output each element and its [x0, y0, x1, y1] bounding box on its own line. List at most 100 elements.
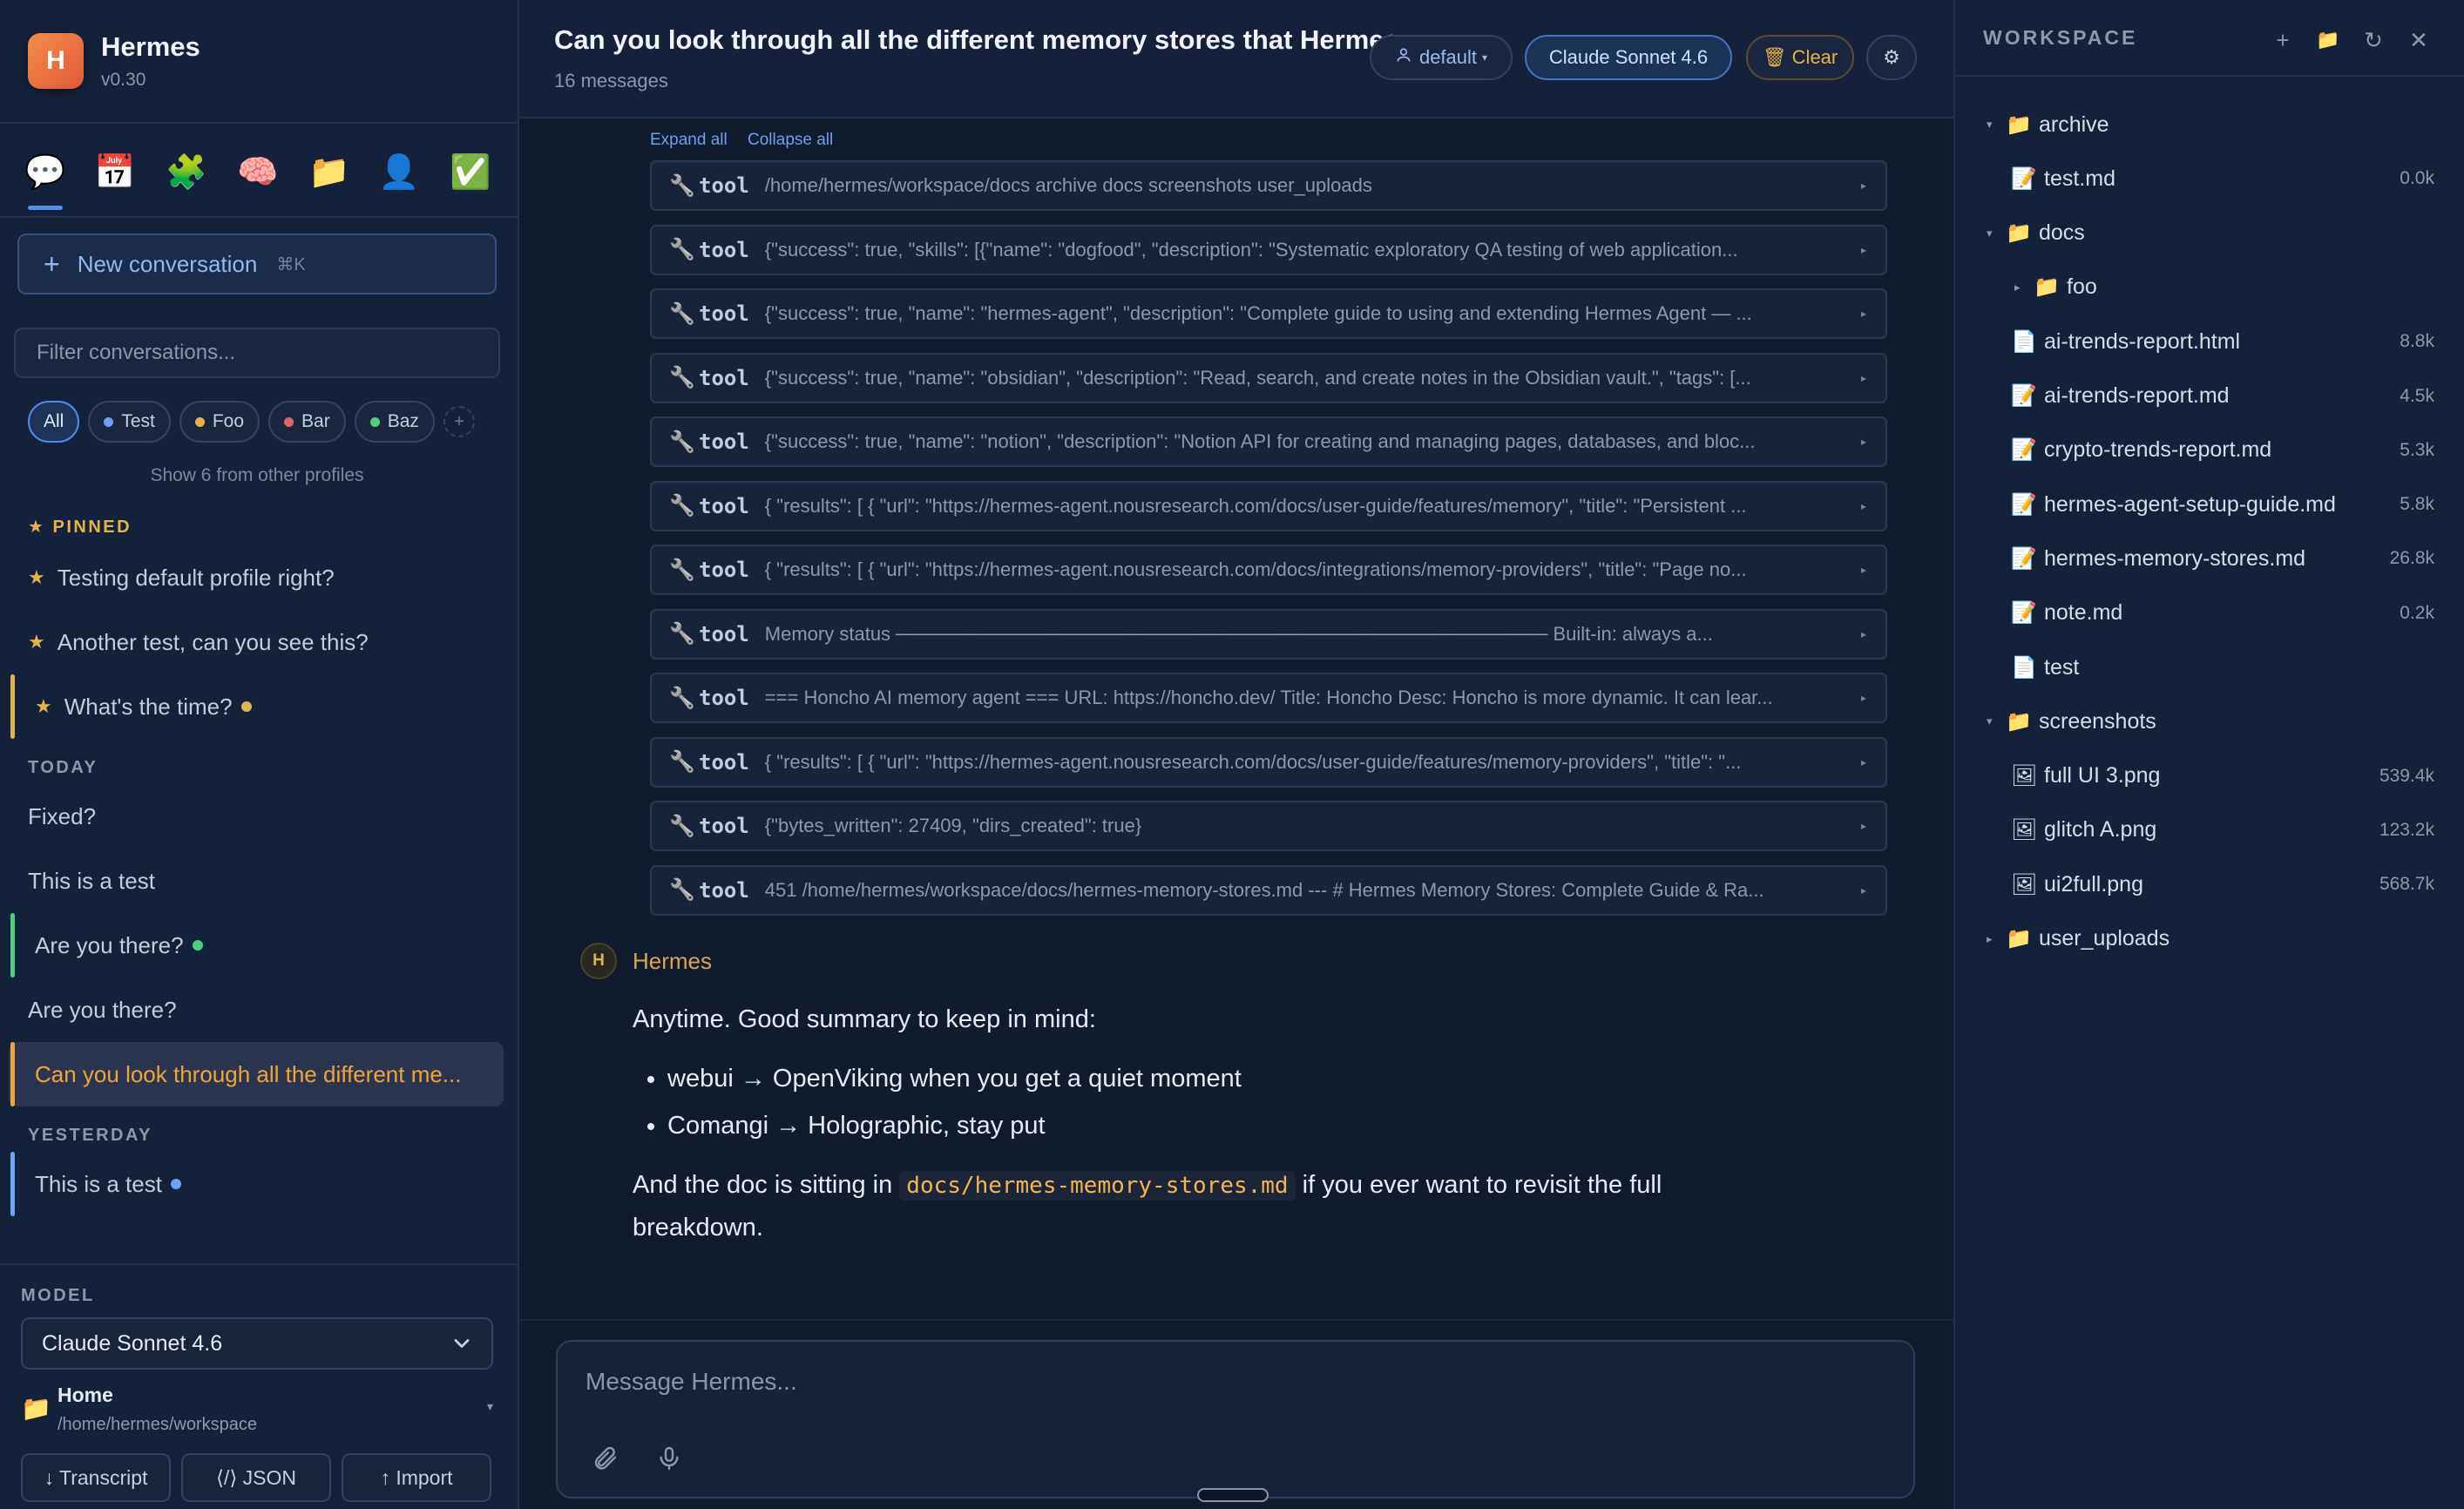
- settings-button[interactable]: ⚙: [1866, 35, 1917, 80]
- conversation-title: Testing default profile right?: [57, 564, 335, 591]
- tree-file[interactable]: 🖼 glitch A.png 123.2k: [1955, 803, 2464, 857]
- export-transcript-button[interactable]: ↓ Transcript: [21, 1453, 171, 1502]
- tree-file[interactable]: 📝 ai-trends-report.md 4.5k: [1955, 369, 2464, 423]
- import-button[interactable]: ↑ Import: [342, 1453, 491, 1502]
- clear-label: Clear: [1791, 46, 1838, 68]
- expand-caret-icon: ▸: [1860, 436, 1866, 448]
- tool-call-row[interactable]: 🔧 tool {"success": true, "name": "obsidian…: [650, 352, 1887, 403]
- file-size: 568.7k: [2379, 874, 2434, 895]
- tool-call-row[interactable]: 🔧 tool 451 /home/hermes/workspace/docs/her…: [650, 864, 1887, 916]
- image-icon: 🖼: [2011, 764, 2038, 788]
- file-size: 0.0k: [2400, 168, 2434, 189]
- conversation-item[interactable]: Fixed?: [9, 784, 504, 849]
- conversation-item[interactable]: This is a test: [9, 849, 504, 913]
- tree-file[interactable]: 📝 crypto-trends-report.md 5.3k: [1955, 423, 2464, 477]
- expand-all-link[interactable]: Expand all: [650, 131, 728, 149]
- tool-call-row[interactable]: 🔧 tool {"success": true, "name": "notion",…: [650, 416, 1887, 467]
- new-folder-button[interactable]: 📁: [2305, 23, 2351, 58]
- add-profile-button[interactable]: +: [443, 406, 475, 437]
- conversation-item[interactable]: Can you look through all the different m…: [9, 1042, 504, 1106]
- collapse-all-link[interactable]: Collapse all: [748, 131, 833, 149]
- image-icon: 🖼: [2011, 872, 2038, 897]
- tool-label: tool: [699, 814, 749, 838]
- clear-button[interactable]: 🗑 Clear: [1746, 35, 1854, 80]
- file-name: screenshots: [2039, 708, 2156, 734]
- tree-file[interactable]: 📝 hermes-memory-stores.md 26.8k: [1955, 531, 2464, 585]
- file-icon: 📝: [2011, 492, 2037, 517]
- divider: [519, 1319, 1953, 1321]
- tool-call-row[interactable]: 🔧 tool {"success": true, "skills": [{"name…: [650, 224, 1887, 275]
- tree-file[interactable]: 📝 test.md 0.0k: [1955, 152, 2464, 206]
- tool-call-row[interactable]: 🔧 tool === Honcho AI memory agent === URL:…: [650, 673, 1887, 723]
- model-pill[interactable]: Claude Sonnet 4.6: [1525, 35, 1732, 80]
- nav-calendar-icon[interactable]: 📅: [91, 148, 139, 197]
- profile-chip[interactable]: Baz: [354, 401, 435, 443]
- tree-file[interactable]: 🖼 full UI 3.png 539.4k: [1955, 749, 2464, 803]
- tool-call-row[interactable]: 🔧 tool { "results": [ { "url": "https://he…: [650, 736, 1887, 788]
- expand-caret-icon: ▸: [1860, 371, 1866, 384]
- profile-selector[interactable]: default ▾: [1370, 35, 1513, 80]
- resize-handle[interactable]: [1197, 1488, 1269, 1502]
- tool-call-row[interactable]: 🔧 tool Memory status ─────────────────────…: [650, 608, 1887, 660]
- profile-chip[interactable]: Test: [88, 401, 171, 443]
- sidebar: H Hermes v0.30 💬 📅 🧩 🧠 📁 👤 ✅ + New conversatio…: [0, 0, 519, 1509]
- tree-folder[interactable]: ▾ 📁 docs: [1955, 206, 2464, 261]
- show-other-profiles-link[interactable]: Show 6 from other profiles: [0, 465, 514, 486]
- workspace-selector[interactable]: 📁 Home /home/hermes/workspace ▾: [21, 1380, 500, 1441]
- attach-button[interactable]: [584, 1438, 626, 1479]
- profile-chip[interactable]: Bar: [268, 401, 346, 443]
- workspace-title: WORKSPACE: [1983, 26, 2138, 49]
- refresh-button[interactable]: ↻: [2351, 23, 2396, 58]
- message-input[interactable]: [586, 1368, 1875, 1420]
- star-icon: ★: [35, 695, 52, 717]
- conversation-item[interactable]: ★ Another test, can you see this?: [9, 610, 504, 674]
- active-tab-indicator: [28, 206, 63, 210]
- filter-conversations-input[interactable]: [14, 328, 500, 378]
- tree-file[interactable]: 📝 note.md 0.2k: [1955, 586, 2464, 640]
- nav-files-icon[interactable]: 📁: [305, 148, 354, 197]
- profile-chip[interactable]: All: [28, 401, 80, 443]
- new-file-button[interactable]: +: [2260, 23, 2305, 58]
- today-section-label: TODAY: [28, 758, 98, 777]
- wrench-icon: 🔧: [669, 494, 695, 518]
- new-conversation-button[interactable]: + New conversation ⌘K: [17, 233, 497, 294]
- conversation-item[interactable]: ★ Testing default profile right?: [9, 545, 504, 610]
- tree-folder[interactable]: ▸ 📁 foo: [1955, 261, 2464, 315]
- tool-output-preview: Memory status ──────────────────────────…: [764, 622, 1713, 645]
- tool-call-row[interactable]: 🔧 tool {"success": true, "name": "hermes-a…: [650, 288, 1887, 339]
- color-dot: [284, 416, 294, 427]
- conversation-title: Another test, can you see this?: [57, 628, 369, 655]
- conversation-item[interactable]: This is a test: [9, 1152, 504, 1216]
- tree-folder[interactable]: ▸ 📁 user_uploads: [1955, 912, 2464, 966]
- tree-folder[interactable]: ▾ 📁 archive: [1955, 98, 2464, 152]
- conversation-title: This is a test: [28, 867, 155, 894]
- caret-down-icon: ▾: [486, 1399, 493, 1413]
- tool-output-preview: { "results": [ { "url": "https://hermes-…: [764, 494, 1747, 517]
- tool-call-row[interactable]: 🔧 tool { "results": [ { "url": "https://he…: [650, 545, 1887, 595]
- tool-call-row[interactable]: 🔧 tool/home/hermes/workspace/docs archive…: [650, 160, 1887, 211]
- profile-chip[interactable]: Foo: [179, 401, 261, 443]
- tool-call-row[interactable]: 🔧 tool {"bytes_written": 27409, "dirs_crea…: [650, 801, 1887, 851]
- voice-input-button[interactable]: [648, 1438, 690, 1479]
- tree-file[interactable]: 📄 test: [1955, 640, 2464, 694]
- nav-profile-icon[interactable]: 👤: [375, 148, 423, 197]
- file-size: 539.4k: [2379, 765, 2434, 786]
- model-select[interactable]: Claude Sonnet 4.6: [21, 1317, 493, 1370]
- tree-file[interactable]: 📝 hermes-agent-setup-guide.md 5.8k: [1955, 477, 2464, 531]
- file-name: note.md: [2044, 600, 2123, 626]
- nav-tasks-icon[interactable]: ✅: [446, 148, 495, 197]
- conversation-item[interactable]: ★ What's the time?: [9, 674, 504, 739]
- caret-right-icon: ▸: [2014, 280, 2021, 294]
- nav-skills-icon[interactable]: 🧩: [162, 148, 211, 197]
- tree-file[interactable]: 📄 ai-trends-report.html 8.8k: [1955, 315, 2464, 369]
- conversation-item[interactable]: Are you there?: [9, 913, 504, 978]
- close-panel-button[interactable]: ✕: [2396, 23, 2441, 58]
- conversation-item[interactable]: Are you there?: [9, 978, 504, 1042]
- tree-file[interactable]: 🖼 ui2full.png 568.7k: [1955, 857, 2464, 911]
- nav-memory-icon[interactable]: 🧠: [234, 148, 282, 197]
- tree-folder[interactable]: ▾ 📁 screenshots: [1955, 694, 2464, 748]
- chip-label: All: [44, 411, 64, 431]
- tool-call-row[interactable]: 🔧 tool { "results": [ { "url": "https://he…: [650, 480, 1887, 531]
- export-json-button[interactable]: ⟨/⟩ JSON: [181, 1453, 331, 1502]
- nav-chat-icon[interactable]: 💬: [21, 148, 70, 197]
